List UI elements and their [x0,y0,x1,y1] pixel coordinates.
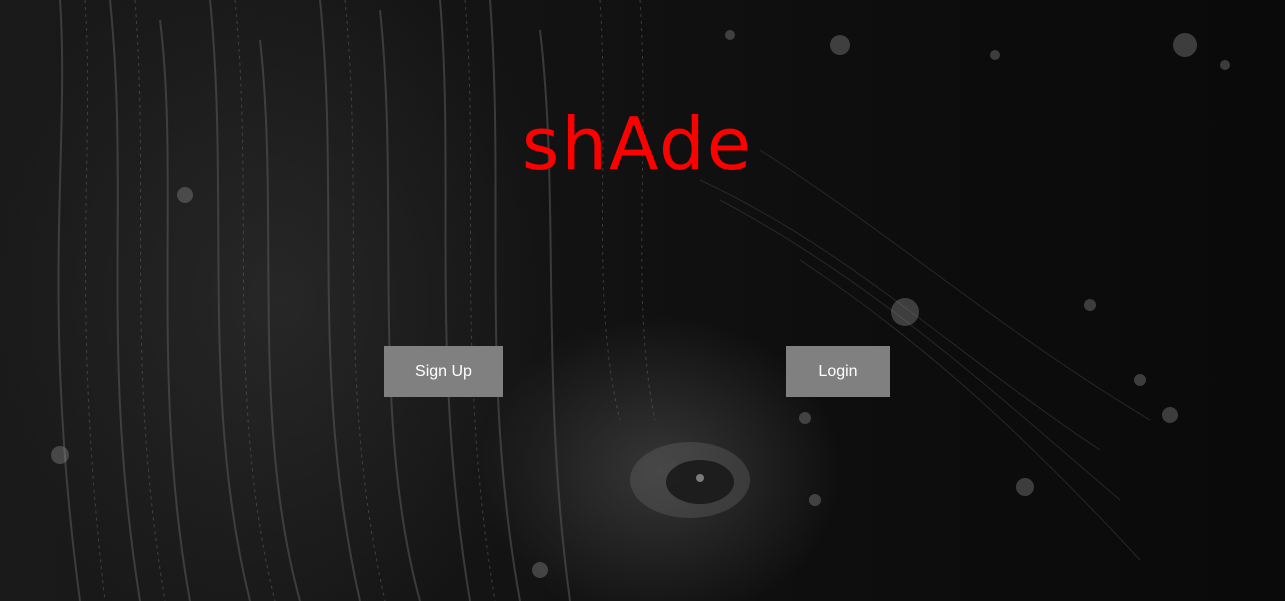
landing-page: shAde Sign Up Login [0,0,1285,601]
background-photo [51,0,1230,601]
login-button[interactable]: Login [786,346,890,397]
sign-up-button[interactable]: Sign Up [384,346,503,397]
brand-logo-title: shAde [521,102,754,186]
